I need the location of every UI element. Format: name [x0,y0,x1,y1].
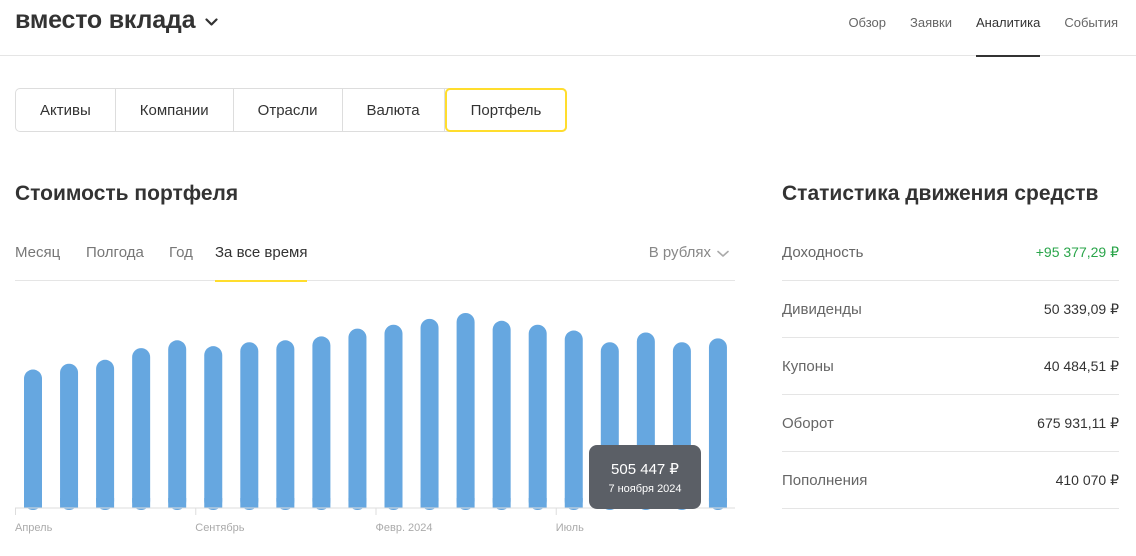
stat-row-turnover: Оборот 675 931,11 ₽ [782,395,1119,452]
chart-bar[interactable] [312,336,331,510]
chart-bar-base [420,498,439,508]
nav-events[interactable]: События [1064,0,1118,56]
chart-bar[interactable] [60,363,79,510]
portfolio-bar-chart: Апрель Сентябрь Февр. 2024 Июль [15,313,735,534]
chart-bar-base [24,498,42,508]
chart-bar[interactable] [528,324,547,510]
chart-bar-base [312,498,331,508]
chart-bar[interactable] [456,313,475,510]
chart-bar[interactable] [564,330,583,510]
stat-label: Пополнения [782,471,868,489]
chart-bar-base [456,498,475,508]
stat-value: 40 484,51 ₽ [1043,357,1119,374]
tooltip-date: 7 ноября 2024 [608,483,682,495]
segment-portfolio[interactable]: Портфель [444,88,568,132]
chart-bar[interactable] [96,359,115,510]
period-half-year[interactable]: Полгода [86,244,144,281]
stat-row-deposits: Пополнения 410 070 ₽ [782,452,1119,509]
stat-label: Оборот [782,414,834,432]
nav-overview[interactable]: Обзор [848,0,886,56]
stat-value: +95 377,29 ₽ [1035,243,1119,260]
cashflow-stats-title: Статистика движения средств [782,182,1099,205]
top-nav: Обзор Заявки Аналитика События [824,0,1118,57]
x-tick-label: Сентябрь [195,522,245,534]
stat-value: 410 070 ₽ [1055,471,1119,488]
nav-orders[interactable]: Заявки [910,0,952,56]
stat-row-dividends: Дивиденды 50 339,09 ₽ [782,281,1119,338]
chart-tooltip: 505 447 ₽ 7 ноября 2024 [589,445,701,509]
chart-bar-base [384,498,403,508]
x-tick-label: Апрель [15,522,53,534]
chart-bar-base [348,498,367,508]
stat-value: 675 931,11 ₽ [1037,414,1119,431]
chart-bar[interactable] [204,346,223,510]
segment-industries[interactable]: Отрасли [234,89,343,131]
chart-bar[interactable] [276,340,295,510]
header: вместо вклада Обзор Заявки Аналитика Соб… [0,0,1136,57]
portfolio-selector[interactable]: вместо вклада [15,6,218,35]
segment-currency[interactable]: Валюта [343,89,445,131]
chart-bar-base [528,498,547,508]
segment-companies[interactable]: Компании [116,89,234,131]
portfolio-value-title: Стоимость портфеля [15,182,239,205]
currency-dropdown[interactable]: В рублях [649,244,729,261]
chart-bar-base [96,498,115,508]
chart-bar-base [276,498,295,508]
chart-bar-base [168,498,187,508]
segment-assets[interactable]: Активы [16,89,116,131]
chart-bar[interactable] [708,338,727,510]
period-all-time[interactable]: За все время [215,244,308,282]
chevron-down-icon [717,250,729,257]
x-tick-label: Февр. 2024 [376,522,433,534]
chart-bar-base [564,498,583,508]
portfolio-chart: Апрель Сентябрь Февр. 2024 Июль [15,290,735,556]
analytics-segments: Активы Компании Отрасли Валюта Портфель [15,88,568,132]
chart-bar-base [132,498,151,508]
stat-label: Купоны [782,357,834,375]
period-month[interactable]: Месяц [15,244,60,281]
chart-bar[interactable] [492,320,511,510]
stat-value: 50 339,09 ₽ [1043,300,1119,317]
stat-row-yield: Доходность +95 377,29 ₽ [782,224,1119,281]
chart-bar[interactable] [168,340,187,510]
portfolio-title: вместо вклада [15,6,196,34]
chart-bar[interactable] [132,348,151,510]
stat-row-coupons: Купоны 40 484,51 ₽ [782,338,1119,395]
chart-bar-base [492,498,511,508]
cashflow-stats: Доходность +95 377,29 ₽ Дивиденды 50 339… [782,224,1119,509]
chart-bar-base [204,498,223,508]
chart-bar-base [240,498,259,508]
chart-bar[interactable] [420,318,439,510]
x-tick-label: Июль [556,522,584,534]
chevron-down-icon [205,18,218,26]
nav-analytics[interactable]: Аналитика [975,0,1041,57]
tooltip-value: 505 447 ₽ [611,461,679,478]
stat-label: Доходность [782,243,864,261]
period-tabs: Месяц Полгода Год За все время В рублях [15,230,735,282]
chart-bar-base [60,498,79,508]
chart-bar[interactable] [240,342,259,510]
period-year[interactable]: Год [169,244,193,281]
chart-bar[interactable] [24,369,42,510]
chart-bar-base [708,498,727,508]
chart-bar[interactable] [348,328,367,510]
chart-bar[interactable] [384,324,403,510]
stat-label: Дивиденды [782,300,862,318]
currency-label: В рублях [648,244,711,261]
